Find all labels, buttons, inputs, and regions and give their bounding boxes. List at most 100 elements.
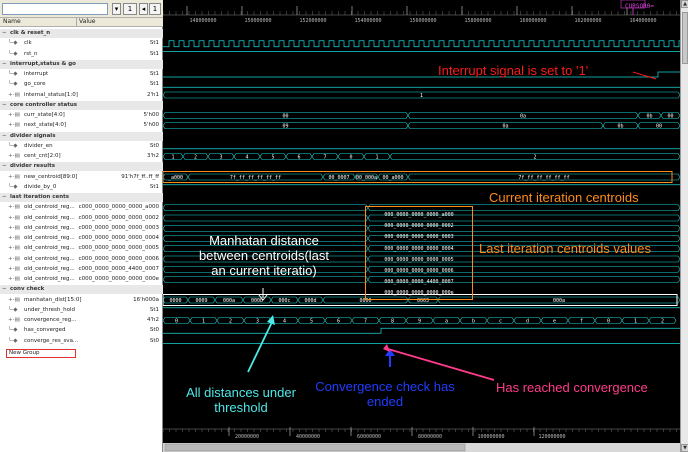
signal-value: St1 [149, 71, 159, 77]
interrupt-waveform [163, 71, 680, 78]
signal-row[interactable]: └-◆ rst_n St1 [0, 50, 163, 59]
signal-row[interactable]: +-▤ next_state[4:0] 5'h00 [0, 121, 163, 130]
current-centroids-annotation: Current iteration centroids [489, 190, 639, 205]
scroll-thumb[interactable] [682, 12, 688, 64]
new-centroid-bus-label: 00_0007 [328, 175, 349, 181]
signal-row[interactable]: +-▤ old_centroid_reg... c000_0000_0000_000… [0, 224, 163, 233]
collapse-icon[interactable]: − [2, 162, 7, 170]
timeline-tick-label: 148000000 [189, 18, 216, 24]
wire-signal-icon: └-◆ [8, 40, 18, 47]
scroll-up-icon[interactable]: ▲ [681, 0, 688, 8]
signal-row[interactable]: +-▤ old_centroid_reg... c000_0000_0000_000… [0, 244, 163, 253]
value-column-header[interactable]: Value [76, 18, 95, 27]
signal-row[interactable]: +-▤ new_centroid[89:0] 91'h7f_ff..ff_ff [0, 173, 163, 182]
collapse-icon[interactable]: − [2, 132, 7, 140]
page-left-icon[interactable]: ◂ [139, 3, 148, 15]
signal-row[interactable]: +-▤ internal_status[1:0] 2'h1 [0, 91, 163, 100]
bus-signal-icon: +-▤ [8, 276, 20, 282]
zoom-select[interactable]: 1 [123, 3, 137, 15]
signal-name: divide_by_0 [24, 183, 57, 190]
signal-row[interactable]: +-▤ old_centroid_reg... c000_0000_0000_000… [0, 255, 163, 264]
old-centroid-bus [163, 224, 369, 232]
signal-row[interactable]: └-◆ converge_res_sva... St0 [0, 337, 163, 346]
signal-row[interactable]: +-▤ convergence_reg... 4'h2 [0, 316, 163, 325]
manhatan-annotation-line1: Manhatan distance [209, 233, 319, 248]
signal-row[interactable]: +-▤ old_centroid_reg... c000_0000_0000_000… [0, 275, 163, 284]
convergence-reg-bus-label: 0 [607, 318, 610, 324]
timeline-tick-label: 150000000 [244, 18, 271, 24]
signal-name: next_state[4:0] [24, 122, 67, 129]
signal-value: c000_0000_0000_0000_0004 [78, 235, 159, 241]
signal-name: conv check [10, 286, 45, 293]
signal-name: interrupt [24, 71, 49, 77]
new-group-item[interactable]: New Group [6, 348, 76, 358]
new-centroid-bus-label: 7f_ff_ff_ff_ff_ff [518, 175, 569, 181]
timeline-tick-label: 160000000 [519, 18, 546, 24]
manhatan-annotation: Manhatan distance between centroids(last… [188, 233, 340, 278]
vertical-scrollbar[interactable]: ▲ ▼ [680, 0, 688, 452]
timeline-ruler [163, 0, 680, 16]
signal-group-row[interactable]: − interrupt,status & go [0, 59, 163, 69]
signal-list-toolbar: ▾ 1 ◂ 1 [0, 0, 163, 18]
collapse-icon[interactable]: − [2, 60, 7, 68]
collapse-icon[interactable]: − [2, 101, 7, 109]
signal-name: old_centroid_reg... [24, 235, 75, 241]
threshold-annotation-line1: All distances under [186, 385, 296, 400]
signal-row[interactable]: +-▤ cent_cnt[2:0] 3'h2 [0, 152, 163, 161]
old-centroid-value: 000_0000_0000_0000_0004 [384, 245, 454, 252]
signal-group-row[interactable]: − conv check [0, 285, 163, 295]
timeline-tick-label: 152000000 [299, 18, 326, 24]
collapse-icon[interactable]: − [2, 193, 7, 201]
signal-name: clk [24, 40, 32, 47]
signal-group-row[interactable]: − divider results [0, 162, 163, 172]
signal-name: divider signals [10, 132, 56, 139]
wire-signal-icon: └-◆ [8, 142, 18, 149]
wire-signal-icon: └-◆ [8, 81, 18, 88]
signal-name: curr_state[4:0] [24, 112, 65, 118]
signal-name: old_centroid_reg... [24, 245, 75, 252]
interrupt-arrow [632, 71, 657, 80]
signal-row[interactable]: └-◆ divider_en St0 [0, 142, 163, 151]
signal-value: c000_0000_0000_0000_0003 [78, 224, 159, 231]
convergence-reg-bus-label: 9 [418, 318, 421, 324]
scroll-down-icon[interactable]: ▼ [681, 444, 688, 452]
bus-signal-icon: +-▤ [8, 317, 20, 323]
signal-group-row[interactable]: − last iteration cents [0, 193, 163, 202]
bus-signal-icon: +-▤ [8, 91, 20, 98]
signal-value: St1 [149, 183, 159, 190]
signal-value: c000_0000_0000_0000_0002 [78, 214, 159, 221]
signal-row[interactable]: +-▤ old_centroid_reg... c000_0000_0000_000… [0, 234, 163, 243]
signal-row[interactable]: +-▤ old_centroid_reg... c000_0000_0000_000… [0, 203, 163, 212]
signal-row[interactable]: └-◆ has_converged St0 [0, 326, 163, 335]
signal-search-input[interactable] [2, 3, 108, 15]
timeline-tick-label: 156000000 [409, 18, 436, 24]
next-state-bus-label: 0b [617, 124, 623, 130]
signal-row[interactable]: └-◆ interrupt St1 [0, 70, 163, 79]
convergence-reg-bus-label: f [580, 318, 583, 324]
page-select[interactable]: 1 [149, 3, 161, 15]
manhatan-dist-bus-label: 000a [223, 298, 235, 304]
signal-name: old_centroid_reg... [24, 255, 75, 262]
new-centroid-bus-label: 00_000a [356, 175, 377, 181]
manhatan-dist-bus-label: 0009 [195, 298, 207, 304]
signal-row[interactable]: └-◆ go_core St1 [0, 80, 163, 89]
signal-row[interactable]: +-▤ old_centroid_reg... c000_0000_0000_440… [0, 265, 163, 274]
name-column-header[interactable]: Name [3, 18, 21, 26]
signal-row[interactable]: +-▤ manhatan_dist[15:0] 16'h000a [0, 296, 163, 305]
signal-row[interactable]: └-◆ divide_by_0 St1 [0, 183, 163, 192]
signal-group-row[interactable]: − core controller status [0, 100, 163, 110]
timeline-tick-label: 154000000 [354, 18, 381, 24]
signal-row[interactable]: └-◆ under_thresh_hold St1 [0, 306, 163, 315]
collapse-icon[interactable]: − [2, 285, 7, 293]
convergence-reg-bus-label: 8 [391, 318, 394, 324]
signal-row[interactable]: +-▤ curr_state[4:0] 5'h00 [0, 111, 163, 120]
signal-group-row[interactable]: − divider signals [0, 131, 163, 141]
signal-value: 3'h2 [147, 153, 159, 159]
signal-row[interactable]: +-▤ old_centroid_reg... c000_0000_0000_000… [0, 214, 163, 223]
dropdown-icon[interactable]: ▾ [112, 3, 121, 15]
collapse-icon[interactable]: − [2, 29, 7, 37]
wire-signal-icon: └-◆ [8, 337, 18, 344]
bus-signal-icon: +-▤ [8, 224, 20, 231]
signal-group-row[interactable]: − clk & reset_n [0, 29, 163, 38]
signal-row[interactable]: └-◆ clk St1 [0, 39, 163, 48]
